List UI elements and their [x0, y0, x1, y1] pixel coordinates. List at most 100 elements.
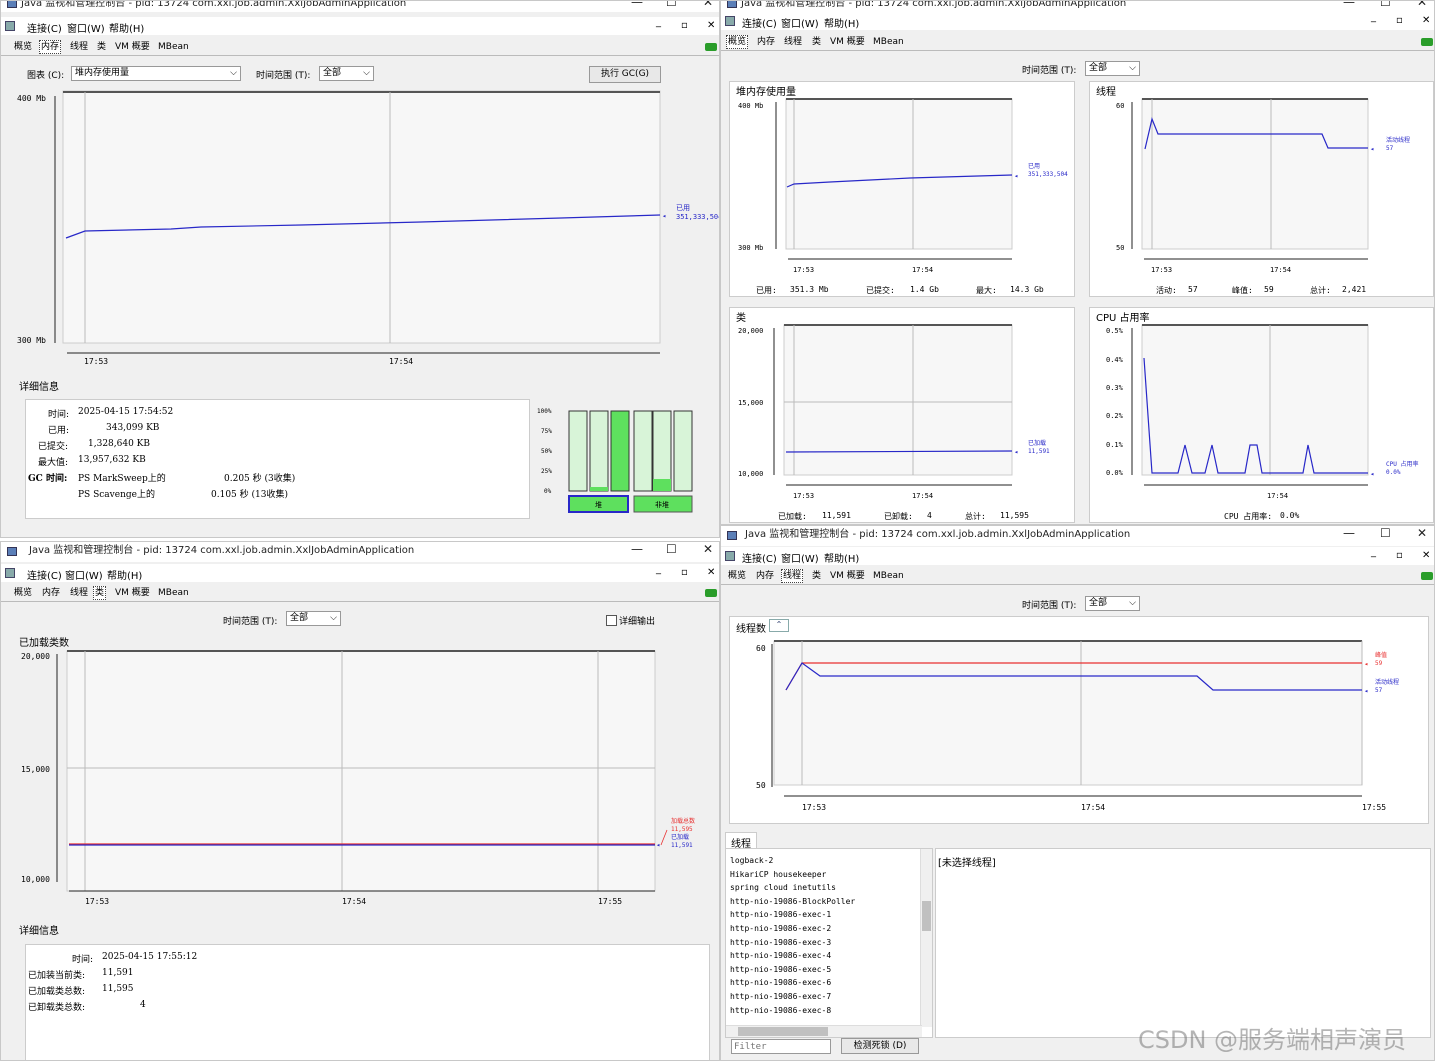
inner-close-button[interactable]: ✕: [707, 567, 715, 578]
details-title: 详细信息: [19, 382, 59, 393]
series-marker-icon: ◂: [1370, 145, 1374, 153]
time-range-select[interactable]: 全部 ⌵: [1085, 596, 1140, 611]
tab-memory[interactable]: 内存: [756, 36, 776, 48]
close-button[interactable]: ✕: [703, 1, 713, 8]
tab-vm-summary[interactable]: VM 概要: [114, 587, 151, 599]
thread-item[interactable]: http-nio-19086-exec-8: [730, 1004, 855, 1018]
chart-select[interactable]: 堆内存使用量 ⌵: [71, 66, 241, 81]
time-range-select[interactable]: 全部 ⌵: [319, 66, 374, 81]
tab-memory[interactable]: 内存: [755, 570, 775, 582]
menu-window[interactable]: 窗口(W): [781, 550, 819, 565]
thread-item[interactable]: http-nio-19086-exec-6: [730, 976, 855, 990]
tab-classes[interactable]: 类: [96, 41, 107, 53]
maximize-button[interactable]: ☐: [1380, 527, 1391, 539]
app-menu-icon[interactable]: [725, 16, 735, 26]
menu-help[interactable]: 帮助(H): [824, 15, 859, 30]
thread-item[interactable]: http-nio-19086-exec-7: [730, 990, 855, 1004]
inner-minimize-button[interactable]: _: [656, 17, 661, 28]
inner-restore-button[interactable]: ▫: [1396, 550, 1403, 561]
thread-item[interactable]: spring cloud inetutils: [730, 881, 855, 895]
menu-help[interactable]: 帮助(H): [824, 550, 859, 565]
maximize-button[interactable]: ☐: [1380, 1, 1391, 8]
inner-restore-button[interactable]: ▫: [1396, 15, 1403, 26]
vertical-scrollbar[interactable]: [920, 849, 932, 1027]
thread-item[interactable]: logback-2: [730, 854, 855, 868]
tab-overview[interactable]: 概览: [13, 587, 33, 599]
thread-list[interactable]: logback-2 HikariCP housekeeper spring cl…: [725, 848, 933, 1038]
tab-threads[interactable]: 线程: [783, 36, 803, 48]
app-menu-icon[interactable]: [5, 568, 15, 578]
verbose-checkbox[interactable]: [606, 615, 617, 626]
tab-mbean[interactable]: MBean: [872, 570, 905, 582]
thread-item[interactable]: http-nio-19086-exec-1: [730, 908, 855, 922]
menu-window[interactable]: 窗口(W): [67, 20, 105, 35]
minimize-button[interactable]: —: [631, 543, 643, 555]
tab-overview[interactable]: 概览: [726, 35, 749, 49]
title-bar[interactable]: Java 监视和管理控制台 - pid: 13724 com.xxl.job.a…: [1, 542, 719, 562]
close-button[interactable]: ✕: [1417, 1, 1427, 8]
close-button[interactable]: ✕: [1417, 527, 1427, 539]
maximize-button[interactable]: ☐: [666, 1, 677, 8]
tab-memory[interactable]: 内存: [41, 587, 61, 599]
close-button[interactable]: ✕: [703, 543, 713, 555]
minimize-button[interactable]: —: [631, 1, 643, 8]
app-menu-icon[interactable]: [725, 551, 735, 561]
tab-mbean[interactable]: MBean: [872, 36, 905, 48]
thread-item[interactable]: HikariCP housekeeper: [730, 868, 855, 882]
tab-classes[interactable]: 类: [93, 586, 107, 600]
tab-overview[interactable]: 概览: [13, 41, 33, 53]
verbose-label: 详细输出: [619, 617, 656, 627]
time-range-select[interactable]: 全部 ⌵: [286, 611, 341, 626]
thread-item[interactable]: http-nio-19086-BlockPoller: [730, 895, 855, 909]
tab-classes[interactable]: 类: [811, 570, 822, 582]
menu-help[interactable]: 帮助(H): [107, 567, 142, 582]
gc-scavenge-value: 0.105 秒 (13收集): [211, 490, 288, 500]
maximize-button[interactable]: ☐: [666, 543, 677, 555]
inner-restore-button[interactable]: ▫: [681, 20, 688, 31]
minimize-button[interactable]: —: [1343, 1, 1355, 8]
tab-overview[interactable]: 概览: [727, 570, 747, 582]
perform-gc-button[interactable]: 执行 GC(G): [589, 66, 661, 83]
menu-window[interactable]: 窗口(W): [65, 567, 103, 582]
inner-close-button[interactable]: ✕: [1422, 550, 1430, 561]
menu-connect[interactable]: 连接(C): [27, 20, 62, 35]
time-range-select[interactable]: 全部 ⌵: [1085, 61, 1140, 76]
scrollbar-thumb[interactable]: [738, 1027, 828, 1036]
title-bar[interactable]: Java 监视和管理控制台 - pid: 13724 com.xxl.job.a…: [721, 1, 1434, 12]
thread-item[interactable]: http-nio-19086-exec-3: [730, 936, 855, 950]
tab-mbean[interactable]: MBean: [157, 587, 190, 599]
title-bar[interactable]: Java 监视和管理控制台 - pid: 13724 com.xxl.job.a…: [1, 1, 719, 12]
tab-vm-summary[interactable]: VM 概要: [114, 41, 151, 53]
horizontal-scrollbar[interactable]: [726, 1025, 922, 1037]
inner-minimize-button[interactable]: _: [656, 564, 661, 575]
inner-minimize-button[interactable]: _: [1371, 12, 1376, 23]
thread-item[interactable]: http-nio-19086-exec-2: [730, 922, 855, 936]
thread-item[interactable]: http-nio-19086-exec-5: [730, 963, 855, 977]
title-bar[interactable]: Java 监视和管理控制台 - pid: 13724 com.xxl.job.a…: [721, 526, 1434, 546]
tab-vm-summary[interactable]: VM 概要: [829, 36, 866, 48]
menu-connect[interactable]: 连接(C): [742, 15, 777, 30]
tab-mbean[interactable]: MBean: [157, 41, 190, 53]
inner-minimize-button[interactable]: _: [1371, 547, 1376, 558]
tab-threads[interactable]: 线程: [781, 569, 804, 583]
details-title: 详细信息: [19, 926, 59, 937]
scrollbar-thumb[interactable]: [922, 901, 931, 931]
filter-input[interactable]: [731, 1039, 831, 1054]
menu-window[interactable]: 窗口(W): [781, 15, 819, 30]
menu-connect[interactable]: 连接(C): [27, 567, 62, 582]
inner-restore-button[interactable]: ▫: [681, 567, 688, 578]
tab-threads[interactable]: 线程: [69, 587, 89, 599]
minimize-button[interactable]: —: [1343, 527, 1355, 539]
pool-bar-codecache-fill: [653, 479, 671, 491]
thread-item[interactable]: http-nio-19086-exec-4: [730, 949, 855, 963]
tab-threads[interactable]: 线程: [69, 41, 89, 53]
tab-vm-summary[interactable]: VM 概要: [829, 570, 866, 582]
menu-help[interactable]: 帮助(H): [109, 20, 144, 35]
tab-classes[interactable]: 类: [811, 36, 822, 48]
detect-deadlock-button[interactable]: 检测死锁 (D): [841, 1038, 919, 1054]
inner-close-button[interactable]: ✕: [1422, 15, 1430, 26]
inner-close-button[interactable]: ✕: [707, 20, 715, 31]
app-menu-icon[interactable]: [5, 21, 15, 31]
menu-connect[interactable]: 连接(C): [742, 550, 777, 565]
tab-memory[interactable]: 内存: [39, 40, 62, 54]
